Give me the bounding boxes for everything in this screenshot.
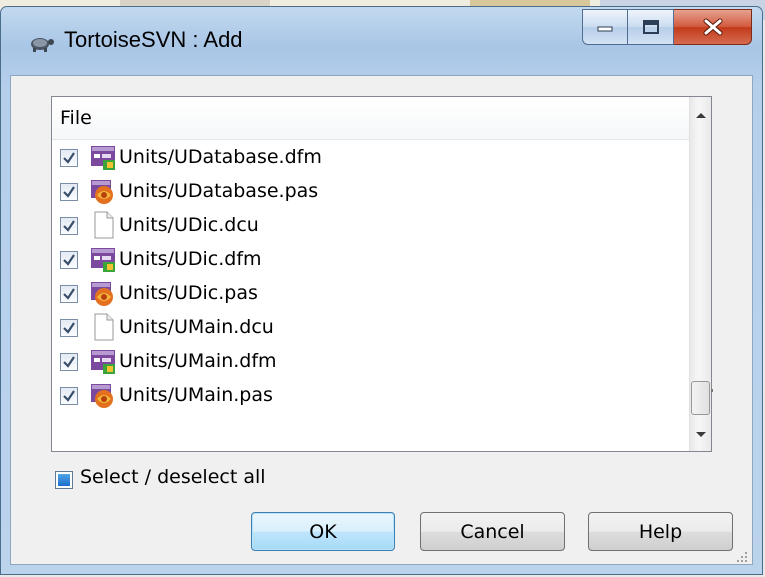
indeterminate-mark [58, 474, 70, 486]
pascal-file-icon [89, 381, 117, 409]
title-bar[interactable]: TortoiseSVN : Add [1, 7, 762, 75]
help-button[interactable]: Help [588, 512, 733, 551]
item-checkbox[interactable] [60, 251, 78, 269]
item-checkbox[interactable] [60, 217, 78, 235]
file-name: Units/UDic.pas [119, 282, 258, 304]
pascal-file-icon [89, 279, 117, 307]
ok-button[interactable]: OK [251, 512, 395, 551]
resize-grip-icon[interactable] [736, 548, 748, 562]
file-name: Units/UMain.pas [119, 384, 273, 406]
blank-file-icon [89, 211, 117, 239]
minimize-icon [597, 26, 613, 32]
form-file-icon [89, 143, 117, 171]
minimize-button[interactable] [582, 9, 628, 45]
file-name: Units/UDic.dfm [119, 248, 262, 270]
blank-file-icon [89, 313, 117, 341]
list-item[interactable]: Units/UDic.dfm [52, 243, 689, 277]
vertical-scrollbar[interactable] [689, 97, 711, 451]
list-item[interactable]: Units/UMain.dcu [52, 311, 689, 345]
maximize-button[interactable] [628, 9, 674, 45]
item-checkbox[interactable] [60, 319, 78, 337]
file-name: Units/UMain.dcu [119, 316, 274, 338]
file-name: Units/UDatabase.dfm [119, 146, 322, 168]
list-header: File [52, 97, 689, 140]
list-item[interactable]: Units/UDatabase.dfm [52, 141, 689, 175]
add-dialog: TortoiseSVN : Add File Units/UDatabase.d… [0, 6, 763, 575]
file-name: Units/UMain.dfm [119, 350, 277, 372]
check-mark-icon [63, 390, 75, 402]
maximize-icon [642, 20, 659, 34]
file-name: Units/UDatabase.pas [119, 180, 319, 202]
check-mark-icon [63, 254, 75, 266]
form-file-icon [89, 347, 117, 375]
tortoise-icon [27, 33, 55, 53]
item-checkbox[interactable] [60, 183, 78, 201]
item-checkbox[interactable] [60, 353, 78, 371]
close-icon [703, 18, 722, 36]
check-mark-icon [63, 356, 75, 368]
arrow-down-icon [695, 432, 706, 437]
item-checkbox[interactable] [60, 285, 78, 303]
column-header-file[interactable]: File [52, 97, 689, 139]
check-mark-icon [63, 288, 75, 300]
file-name: Units/UDic.dcu [119, 214, 259, 236]
dialog-client-area: File Units/UDatabase.dfm Units/UDatabase… [10, 75, 753, 565]
list-item[interactable]: Units/UMain.pas [52, 379, 689, 413]
select-all-label[interactable]: Select / deselect all [80, 466, 266, 488]
list-rows: Units/UDatabase.dfm Units/UDatabase.pas … [52, 141, 689, 413]
caption-buttons [582, 9, 752, 47]
scroll-down-button[interactable] [690, 423, 711, 447]
scrollbar-thumb[interactable] [691, 381, 710, 415]
item-checkbox[interactable] [60, 149, 78, 167]
list-item[interactable]: Units/UDatabase.pas [52, 175, 689, 209]
check-mark-icon [63, 186, 75, 198]
item-checkbox[interactable] [60, 387, 78, 405]
check-mark-icon [63, 322, 75, 334]
file-list[interactable]: File Units/UDatabase.dfm Units/UDatabase… [51, 96, 713, 452]
check-mark-icon [63, 220, 75, 232]
select-all-checkbox[interactable] [55, 471, 73, 489]
scroll-up-button[interactable] [690, 103, 711, 127]
check-mark-icon [63, 152, 75, 164]
pascal-file-icon [89, 177, 117, 205]
form-file-icon [89, 245, 117, 273]
close-button[interactable] [674, 9, 752, 45]
cancel-button[interactable]: Cancel [420, 512, 565, 551]
list-item[interactable]: Units/UMain.dfm [52, 345, 689, 379]
list-item[interactable]: Units/UDic.dcu [52, 209, 689, 243]
list-item[interactable]: Units/UDic.pas [52, 277, 689, 311]
arrow-up-icon [695, 113, 706, 118]
window-title: TortoiseSVN : Add [64, 27, 243, 52]
